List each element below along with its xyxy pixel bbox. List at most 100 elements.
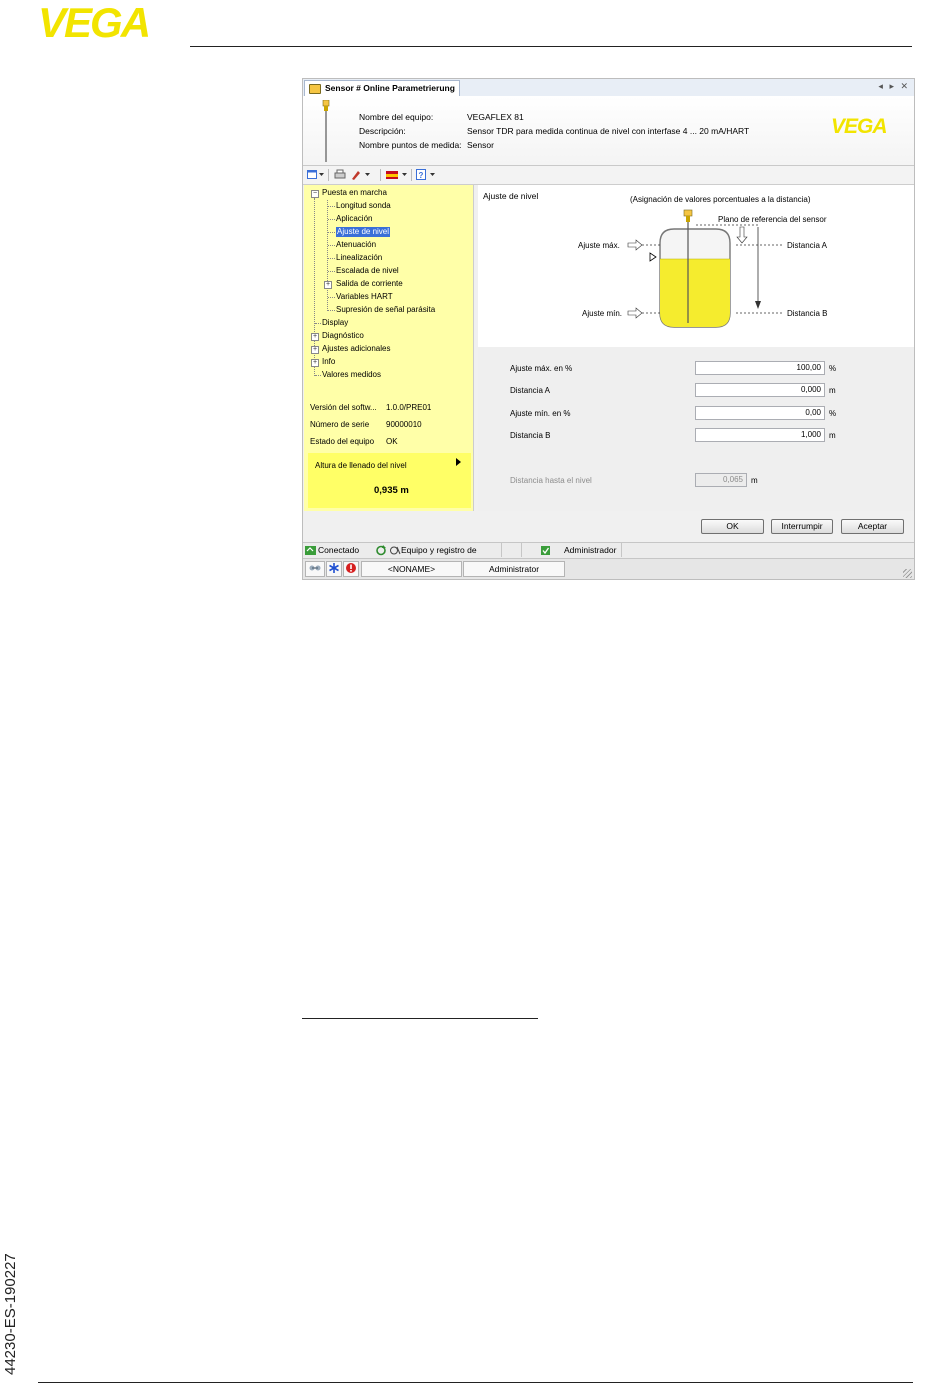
- measuring-point-label: Nombre puntos de medida:: [359, 140, 462, 150]
- tree-item-display[interactable]: Display: [322, 318, 348, 328]
- device-name-label: Nombre del equipo:: [359, 112, 434, 122]
- software-version-label: Versión del softw...: [310, 403, 377, 412]
- distance-a-label: Distancia A: [787, 241, 828, 250]
- device-header: Nombre del equipo: VEGAFLEX 81 Descripci…: [303, 96, 914, 166]
- reference-arrow-icon: [736, 226, 748, 244]
- min-arrow-icon: [627, 307, 643, 319]
- role-icon: [540, 545, 552, 559]
- diagram-subtitle: (Asignación de valores porcentuales a la…: [630, 195, 811, 204]
- tree-item-aplicacion[interactable]: Aplicación: [336, 214, 372, 224]
- serial-number-value: 90000010: [386, 420, 422, 429]
- max-percent-input[interactable]: 100,00: [695, 361, 825, 375]
- connected-icon: [305, 545, 317, 559]
- tree-item-salida-de-corriente[interactable]: Salida de corriente: [336, 279, 403, 289]
- toolbar: ?: [303, 166, 914, 185]
- min-percent-label: Ajuste mín. en %: [510, 409, 571, 418]
- distance-a-input[interactable]: 0,000: [695, 383, 825, 397]
- adjustment-diagram: Ajuste de nivel (Asignación de valores p…: [478, 185, 914, 347]
- distance-b-input[interactable]: 1,000: [695, 428, 825, 442]
- equipment-icon: [389, 545, 401, 559]
- navigation-pane: − Puesta en marcha Longitud sonda Aplica…: [304, 185, 474, 511]
- asterisk-icon[interactable]: [326, 561, 342, 577]
- svg-text:VEGA: VEGA: [831, 117, 887, 135]
- distance-a-unit: m: [829, 386, 836, 395]
- max-percent-unit: %: [829, 364, 837, 373]
- status-bar: Conectado Equipo y registro de Administr…: [303, 542, 914, 558]
- footer-rule: [38, 1382, 913, 1383]
- tree-item-atenuacion[interactable]: Atenuación: [336, 240, 376, 250]
- device-name-value: VEGAFLEX 81: [467, 112, 524, 122]
- expand-arrow-icon[interactable]: [456, 458, 461, 466]
- tree-item-diagnostico[interactable]: Diagnóstico: [322, 331, 364, 341]
- tree-item-valores-medidos[interactable]: Valores medidos: [322, 370, 381, 380]
- level-marker-icon: [649, 252, 657, 262]
- adjustment-pane: Ajuste de nivel (Asignación de valores p…: [478, 185, 914, 511]
- error-icon[interactable]: [343, 561, 359, 577]
- vega-logo-text: VEGA: [38, 4, 149, 40]
- tab-title: Sensor # Online Parametrierung: [325, 83, 455, 93]
- expand-icon[interactable]: +: [324, 281, 332, 289]
- view-menu-icon[interactable]: [307, 169, 325, 180]
- fill-height-panel[interactable]: Altura de llenado del nivel 0,935 m: [308, 453, 471, 508]
- max-adjust-label: Ajuste máx.: [578, 241, 620, 250]
- software-window: Sensor # Online Parametrierung ◂ ▸ ✕ Nom…: [302, 78, 915, 580]
- resize-grip-icon[interactable]: [903, 569, 912, 578]
- level-distance-input: 0,065: [695, 473, 747, 487]
- min-percent-unit: %: [829, 409, 837, 418]
- level-distance-unit: m: [751, 476, 758, 485]
- tank-icon: [659, 209, 731, 328]
- device-state-value: OK: [386, 437, 398, 446]
- user-name: Administrator: [463, 561, 565, 577]
- tools-menu-icon[interactable]: [350, 169, 372, 180]
- equipment-registry-status: Equipo y registro de: [401, 545, 477, 555]
- accept-button[interactable]: Aceptar: [841, 519, 904, 534]
- header-rule: [190, 46, 912, 47]
- project-name: <NONAME>: [361, 561, 462, 577]
- help-menu-icon[interactable]: ?: [416, 169, 438, 180]
- serial-number-label: Número de serie: [310, 420, 370, 429]
- tree-item-info[interactable]: Info: [322, 357, 335, 367]
- cancel-button[interactable]: Interrumpir: [771, 519, 833, 534]
- tree-item-escalada-de-nivel[interactable]: Escalada de nivel: [336, 266, 399, 276]
- description-value: Sensor TDR para medida continua de nivel…: [467, 126, 750, 136]
- diagram-title: Ajuste de nivel: [483, 191, 538, 201]
- vega-logo: VEGA: [38, 0, 183, 46]
- document-number: 44230-ES-190227: [2, 1253, 19, 1375]
- distance-b-field-label: Distancia B: [510, 431, 551, 440]
- fill-height-label: Altura de llenado del nivel: [315, 461, 407, 470]
- role-status: Administrador: [564, 545, 617, 555]
- device-icon: [309, 84, 321, 94]
- network-icon[interactable]: [305, 561, 325, 577]
- tree-item-linealizacion[interactable]: Linealización: [336, 253, 382, 263]
- tree-item-ajustes-adicionales[interactable]: Ajustes adicionales: [322, 344, 390, 354]
- distance-b-unit: m: [829, 431, 836, 440]
- level-distance-label: Distancia hasta el nivel: [510, 476, 592, 485]
- tree-item-variables-hart[interactable]: Variables HART: [336, 292, 393, 302]
- print-icon[interactable]: [334, 169, 346, 180]
- tab-controls[interactable]: ◂ ▸ ✕: [878, 81, 910, 92]
- max-percent-label: Ajuste máx. en %: [510, 364, 573, 373]
- max-arrow-icon: [627, 239, 643, 251]
- tree-item-supresion[interactable]: Supresión de señal parásita: [336, 305, 435, 315]
- tree-item-longitud-sonda[interactable]: Longitud sonda: [336, 201, 391, 211]
- expand-icon[interactable]: +: [311, 346, 319, 354]
- button-row: OK Interrumpir Aceptar: [303, 511, 914, 541]
- expand-icon[interactable]: +: [311, 333, 319, 341]
- expand-icon[interactable]: +: [311, 359, 319, 367]
- svg-text:?: ?: [419, 171, 424, 180]
- fill-height-value: 0,935 m: [374, 485, 409, 496]
- software-version-value: 1.0.0/PRE01: [386, 403, 432, 412]
- tab-bar: Sensor # Online Parametrierung ◂ ▸ ✕: [303, 79, 914, 97]
- tree-item-ajuste-de-nivel[interactable]: Ajuste de nivel: [336, 227, 391, 237]
- min-percent-input[interactable]: 0,00: [695, 406, 825, 420]
- tab-sensor-online[interactable]: Sensor # Online Parametrierung: [304, 80, 460, 96]
- device-state-label: Estado del equipo: [310, 437, 375, 446]
- description-label: Descripción:: [359, 126, 406, 136]
- language-flag-icon[interactable]: [386, 169, 410, 180]
- tree-item-puesta-en-marcha[interactable]: Puesta en marcha: [322, 188, 387, 198]
- sync-icon: [375, 545, 387, 559]
- distance-a-field-label: Distancia A: [510, 386, 551, 395]
- device-vega-logo: VEGA: [831, 117, 888, 135]
- ok-button[interactable]: OK: [701, 519, 764, 534]
- collapse-icon[interactable]: −: [311, 190, 319, 198]
